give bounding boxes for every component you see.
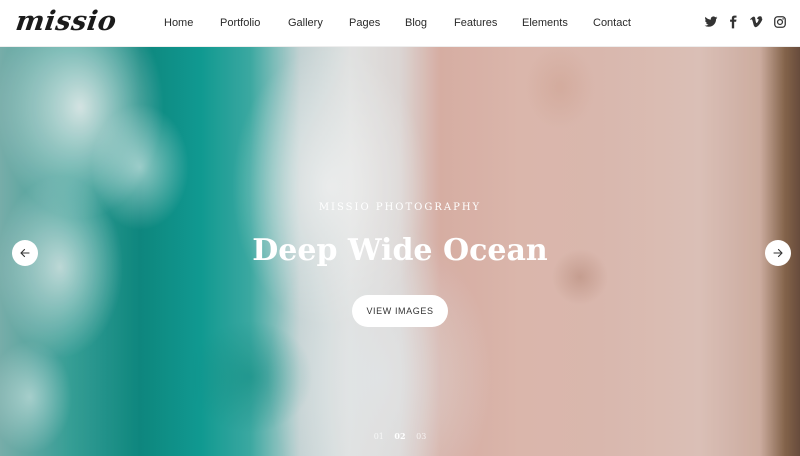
nav-item-elements[interactable]: Elements <box>522 17 568 29</box>
nav-item-features[interactable]: Features <box>454 17 497 29</box>
nav-item-home[interactable]: Home <box>164 17 193 29</box>
slide-indicator-01[interactable]: 01 <box>374 432 384 441</box>
slider-prev-button[interactable] <box>12 240 38 266</box>
nav-item-portfolio[interactable]: Portfolio <box>220 17 260 29</box>
site-header: missio Home Portfolio Gallery Pages Blog… <box>0 0 800 47</box>
nav-item-contact[interactable]: Contact <box>593 17 631 29</box>
slide-indicator-02[interactable]: 02 <box>394 431 405 441</box>
hero-eyebrow: MISSIO PHOTOGRAPHY <box>318 202 482 213</box>
slide-indicator-03[interactable]: 03 <box>416 432 426 441</box>
hero-slider: MISSIO PHOTOGRAPHY Deep Wide Ocean VIEW … <box>0 47 800 456</box>
arrow-right-icon <box>773 248 783 258</box>
arrow-left-icon <box>20 248 30 258</box>
view-images-button[interactable]: VIEW IMAGES <box>352 295 448 327</box>
slider-pagination: 01 02 03 <box>0 431 800 441</box>
nav-item-pages[interactable]: Pages <box>349 17 380 29</box>
nav-item-gallery[interactable]: Gallery <box>288 17 323 29</box>
nav-item-blog[interactable]: Blog <box>405 17 427 29</box>
hero-title: Deep Wide Ocean <box>252 233 548 268</box>
twitter-icon[interactable] <box>704 15 718 29</box>
facebook-icon[interactable] <box>726 15 740 29</box>
slider-next-button[interactable] <box>765 240 791 266</box>
instagram-icon[interactable] <box>773 15 787 29</box>
vimeo-icon[interactable] <box>749 15 763 29</box>
main-nav: Home Portfolio Gallery Pages Blog Featur… <box>0 0 800 47</box>
